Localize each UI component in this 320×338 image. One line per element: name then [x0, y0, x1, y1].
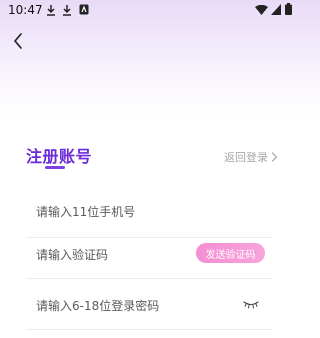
signal-icon — [271, 4, 281, 15]
return-login-label: 返回登录 — [224, 151, 268, 164]
chevron-left-icon — [14, 33, 22, 49]
battery-icon — [285, 3, 292, 15]
chevron-right-icon — [271, 152, 278, 162]
status-bar: 10:47 — [0, 0, 300, 22]
download-icon — [47, 5, 55, 16]
verification-code-field[interactable]: 请输入验证码 发送验证码 — [26, 229, 273, 279]
send-code-button[interactable]: 发送验证码 — [196, 243, 265, 263]
verification-code-placeholder: 请输入验证码 — [36, 248, 109, 262]
app-notification-icon — [79, 4, 89, 15]
password-placeholder: 请输入6-18位登录密码 — [36, 299, 160, 313]
status-time: 10:47 — [8, 3, 43, 17]
page-title: 注册账号 — [26, 147, 93, 166]
title-underline — [45, 166, 65, 169]
password-field[interactable]: 请输入6-18位登录密码 — [26, 280, 273, 330]
download-icon — [63, 5, 71, 16]
return-login-link[interactable]: 返回登录 — [224, 149, 278, 165]
wifi-icon — [255, 5, 268, 15]
eye-closed-icon[interactable] — [243, 299, 259, 309]
back-button[interactable] — [6, 28, 32, 54]
phone-placeholder: 请输入11位手机号 — [36, 205, 136, 219]
